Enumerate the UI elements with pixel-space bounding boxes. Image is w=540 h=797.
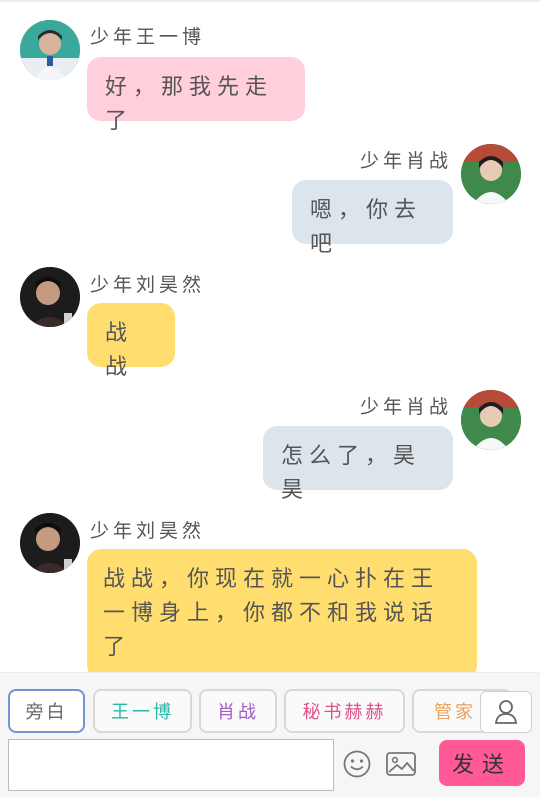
- sender-name: 少年刘昊然: [90, 520, 206, 542]
- emoji-button[interactable]: [340, 747, 374, 781]
- user-profile-icon: [494, 700, 518, 724]
- role-chip-label: 肖战: [217, 702, 259, 723]
- sender-name: 少年王一博: [90, 26, 206, 48]
- role-chip-narrator[interactable]: 旁白: [8, 689, 85, 733]
- avatar-liu-haoran[interactable]: [20, 513, 80, 573]
- avatar-photo: [20, 513, 80, 573]
- image-icon: [386, 752, 416, 776]
- avatar-photo: [461, 390, 521, 450]
- role-chip-label: 秘书赫赫: [302, 702, 387, 723]
- send-button[interactable]: 发送: [439, 740, 525, 786]
- avatar-photo: [20, 20, 80, 80]
- message-bubble: 怎么了，昊昊: [263, 426, 453, 503]
- message-bubble: 战战: [87, 303, 175, 380]
- role-chip-label: 管家: [434, 702, 476, 723]
- sender-name: 少年刘昊然: [90, 274, 206, 296]
- sender-name: 少年肖战: [360, 150, 453, 172]
- avatar-photo: [461, 144, 521, 204]
- avatar-liu-haoran[interactable]: [20, 267, 80, 327]
- role-chip-wang-yibo[interactable]: 王一博: [93, 689, 192, 733]
- image-button[interactable]: [384, 747, 418, 781]
- composer-panel: 旁白 王一博 肖战 秘书赫赫 管家 发送: [0, 672, 540, 797]
- avatar-wang-yibo[interactable]: [20, 20, 80, 80]
- avatar-xiao-zhan[interactable]: [461, 144, 521, 204]
- role-chip-secretary[interactable]: 秘书赫赫: [284, 689, 405, 733]
- sender-name: 少年肖战: [360, 396, 453, 418]
- message-bubble: 好，那我先走了: [87, 57, 305, 134]
- profile-button[interactable]: [480, 691, 532, 733]
- message-bubble: 战战，你现在就一心扑在王一博身上，你都不和我说话了: [87, 549, 477, 672]
- avatar-photo: [20, 267, 80, 327]
- message-bubble: 嗯，你去吧: [292, 180, 453, 257]
- message-input[interactable]: [8, 739, 334, 791]
- role-chip-label: 王一博: [111, 702, 174, 723]
- smiley-face-icon: [343, 750, 371, 778]
- role-chip-xiao-zhan[interactable]: 肖战: [199, 689, 277, 733]
- chat-area[interactable]: 少年王一博 好，那我先走了 少年肖战 嗯，你去吧 少年刘昊然 战战 少年肖战 怎…: [0, 0, 540, 672]
- role-selector[interactable]: 旁白 王一博 肖战 秘书赫赫 管家: [0, 689, 540, 735]
- role-chip-label: 旁白: [25, 702, 68, 723]
- avatar-xiao-zhan[interactable]: [461, 390, 521, 450]
